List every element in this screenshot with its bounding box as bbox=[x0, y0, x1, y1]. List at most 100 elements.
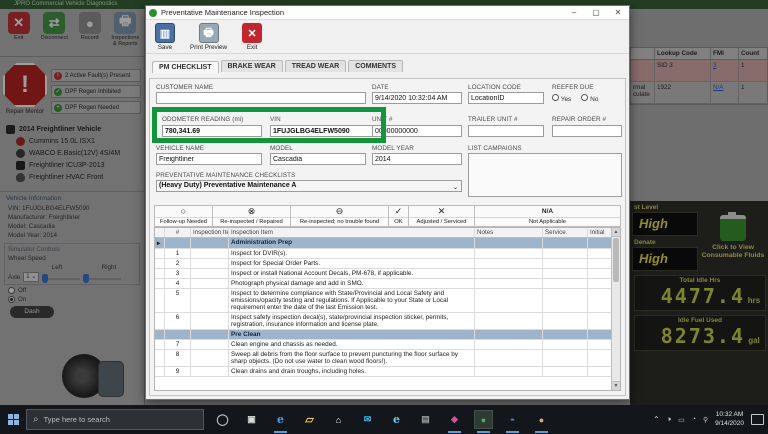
unit-number-input[interactable] bbox=[372, 125, 462, 137]
store-icon[interactable]: ⌂ bbox=[330, 411, 347, 428]
table-row[interactable]: 2 Inspect for Special Order Parts. bbox=[155, 259, 620, 269]
tab-tread-wear[interactable]: TREAD WEAR bbox=[285, 60, 346, 72]
count-header[interactable]: Count bbox=[739, 48, 767, 59]
maximize-button[interactable]: ▢ bbox=[585, 6, 607, 20]
reefer-yes-radio[interactable]: Yes bbox=[552, 94, 571, 103]
table-scrollbar[interactable]: ▲ ▼ bbox=[611, 228, 620, 390]
reefer-no-radio[interactable]: No bbox=[581, 94, 598, 103]
scroll-down-icon[interactable]: ▼ bbox=[612, 381, 620, 390]
table-row[interactable]: 6 Inspect safety inspection decal(s), st… bbox=[155, 313, 620, 330]
slider-knob[interactable] bbox=[83, 274, 89, 283]
list-campaigns-box[interactable] bbox=[468, 153, 622, 197]
taskbar-clock[interactable]: 10:32 AM 9/14/2020 bbox=[715, 411, 744, 428]
fmi-link[interactable]: N/A bbox=[713, 84, 724, 91]
location-code-input[interactable] bbox=[468, 92, 544, 104]
status-list: ! 2 Active Fault(s) Present ✓ DPF Regen … bbox=[51, 63, 141, 115]
table-row[interactable]: 4 Photograph physical damage and add in … bbox=[155, 279, 620, 289]
section-row[interactable]: ▸ Administration Prep bbox=[155, 238, 620, 249]
start-button[interactable] bbox=[0, 414, 26, 425]
action-center-icon[interactable] bbox=[751, 414, 764, 425]
fmi-header[interactable]: FMI bbox=[711, 48, 739, 59]
table-row[interactable]: 9 Clean drains and drain troughs, includ… bbox=[155, 367, 620, 377]
task-view-icon[interactable]: ▣ bbox=[243, 411, 260, 428]
tab-brake-wear[interactable]: BRAKE WEAR bbox=[221, 60, 283, 72]
power-on-radio[interactable]: On bbox=[8, 296, 144, 303]
vin-input[interactable] bbox=[270, 125, 378, 137]
table-row[interactable]: 7 Clean engine and chassis as needed. bbox=[155, 340, 620, 350]
module-icon bbox=[16, 161, 25, 170]
teams-icon[interactable]: ◓ bbox=[504, 411, 521, 428]
tab-comments[interactable]: COMMENTS bbox=[348, 60, 403, 72]
right-wheel-slider[interactable] bbox=[83, 278, 121, 280]
tree-item-abs[interactable]: WABCO E.Basic(12V) 4S/4M bbox=[16, 149, 142, 158]
active-faults-status[interactable]: ! 2 Active Fault(s) Present bbox=[51, 69, 141, 82]
dialog-titlebar[interactable]: Preventative Maintenance Inspection – ▢ … bbox=[146, 6, 629, 20]
date-label: DATE bbox=[372, 84, 389, 91]
mic-icon[interactable]: 🕨 bbox=[667, 416, 671, 424]
radio-on[interactable] bbox=[8, 296, 15, 303]
repair-mentor-button[interactable]: ! Repair Mentor bbox=[3, 63, 47, 115]
save-button[interactable]: ▥ Save bbox=[152, 23, 178, 51]
table-row[interactable]: 8 Sweep all debris from the floor surfac… bbox=[155, 350, 620, 367]
model-input[interactable] bbox=[270, 153, 366, 165]
table-row[interactable]: 3 Inspect or install National Account De… bbox=[155, 269, 620, 279]
tree-item-hvac[interactable]: Freightliner HVAC Front bbox=[16, 173, 142, 182]
right-label: Right bbox=[102, 264, 117, 271]
scroll-thumb[interactable] bbox=[613, 238, 619, 282]
table-row[interactable]: 1 Inspect for DVIR(s). bbox=[155, 249, 620, 259]
left-wheel-slider[interactable] bbox=[42, 278, 80, 280]
tab-pm-checklist[interactable]: PM CHECKLIST bbox=[152, 61, 219, 73]
table-row[interactable]: 5 Inspect to determine compliance with S… bbox=[155, 289, 620, 313]
tree-root-vehicle[interactable]: 2014 Freightliner Vehicle bbox=[6, 125, 142, 134]
taskbar: ⌕ Type here to search ◯ ▣ e ▱ ⌂ ✉ e ▤ ◆ … bbox=[0, 405, 768, 434]
date-input[interactable] bbox=[372, 92, 462, 104]
dpf-regen-inhibited-status[interactable]: ✓ DPF Regen Inhibited bbox=[51, 85, 141, 98]
scroll-up-icon[interactable]: ▲ bbox=[612, 228, 620, 237]
tree-item-engine[interactable]: Cummins 15.0L ISX1 bbox=[16, 137, 142, 146]
disconnect-button[interactable]: ⇄ Disconnect bbox=[40, 11, 70, 54]
radio-off[interactable] bbox=[8, 287, 15, 294]
print-preview-button[interactable]: 🖶 Print Preview bbox=[190, 23, 227, 51]
onenote-icon[interactable]: ▤ bbox=[417, 411, 434, 428]
display-icon[interactable]: ▭ bbox=[678, 416, 685, 424]
pm-checklist-select[interactable]: (Heavy Duty) Preventative Maintenance A … bbox=[156, 180, 462, 192]
dpf-regen-needed-status[interactable]: + DPF Regen Needed bbox=[51, 101, 141, 114]
power-icon[interactable]: ⚲ bbox=[703, 416, 708, 424]
repair-order-input[interactable] bbox=[552, 125, 622, 137]
fmi-link[interactable]: 3 bbox=[713, 62, 717, 69]
app-icon[interactable]: ◆ bbox=[446, 411, 463, 428]
model-year-input[interactable] bbox=[372, 153, 462, 165]
dash-button[interactable]: Dash bbox=[10, 306, 54, 318]
fault-row[interactable]: SID 3 3 1 bbox=[631, 60, 767, 82]
tree-item-cab[interactable]: Freightliner ICU3P-2013 bbox=[16, 161, 142, 170]
lookup-code-header[interactable]: Lookup Code bbox=[655, 48, 711, 59]
consumable-fluids-button[interactable]: Click to View Consumable Fluids bbox=[700, 215, 766, 260]
user-app-icon[interactable]: ● bbox=[533, 411, 550, 428]
vehicle-manufacturer: Manufacturer: Freightliner bbox=[0, 212, 144, 221]
dialog-exit-button[interactable]: ✕ Exit bbox=[239, 23, 265, 51]
slider-knob[interactable] bbox=[42, 274, 48, 283]
exit-button[interactable]: ✕ Exit bbox=[4, 11, 34, 54]
taskbar-search[interactable]: ⌕ Type here to search bbox=[26, 409, 204, 430]
customer-name-input[interactable] bbox=[156, 92, 366, 104]
file-explorer-icon[interactable]: ▱ bbox=[301, 411, 318, 428]
minimize-button[interactable]: – bbox=[563, 6, 585, 20]
mail-icon[interactable]: ✉ bbox=[359, 411, 376, 428]
cortana-icon[interactable]: ◯ bbox=[214, 411, 231, 428]
jpro-app-icon[interactable]: ● bbox=[475, 411, 492, 428]
power-off-radio[interactable]: Off bbox=[8, 287, 144, 294]
inspections-reports-button[interactable]: 🖶 Inspections & Reports bbox=[111, 11, 141, 54]
record-button[interactable]: ● Record bbox=[75, 11, 105, 54]
fault-row[interactable]: rmal culate 1922 N/A 1 bbox=[631, 82, 767, 104]
odometer-input[interactable] bbox=[162, 125, 262, 137]
tray-expand-icon[interactable]: ⌃ bbox=[653, 415, 660, 424]
vehicle-name-input[interactable] bbox=[156, 153, 262, 165]
fault-table: Lookup Code FMI Count SID 3 3 1 rmal cul… bbox=[630, 47, 768, 105]
section-row[interactable]: Pre Clean bbox=[155, 330, 620, 340]
internet-explorer-icon[interactable]: e bbox=[388, 411, 405, 428]
edge-icon[interactable]: e bbox=[272, 411, 289, 428]
close-button[interactable]: ✕ bbox=[607, 6, 629, 20]
network-icon[interactable]: ◔ bbox=[692, 416, 696, 423]
trailer-unit-input[interactable] bbox=[468, 125, 544, 137]
axle-select[interactable]: 1 ⌄ bbox=[23, 272, 39, 282]
